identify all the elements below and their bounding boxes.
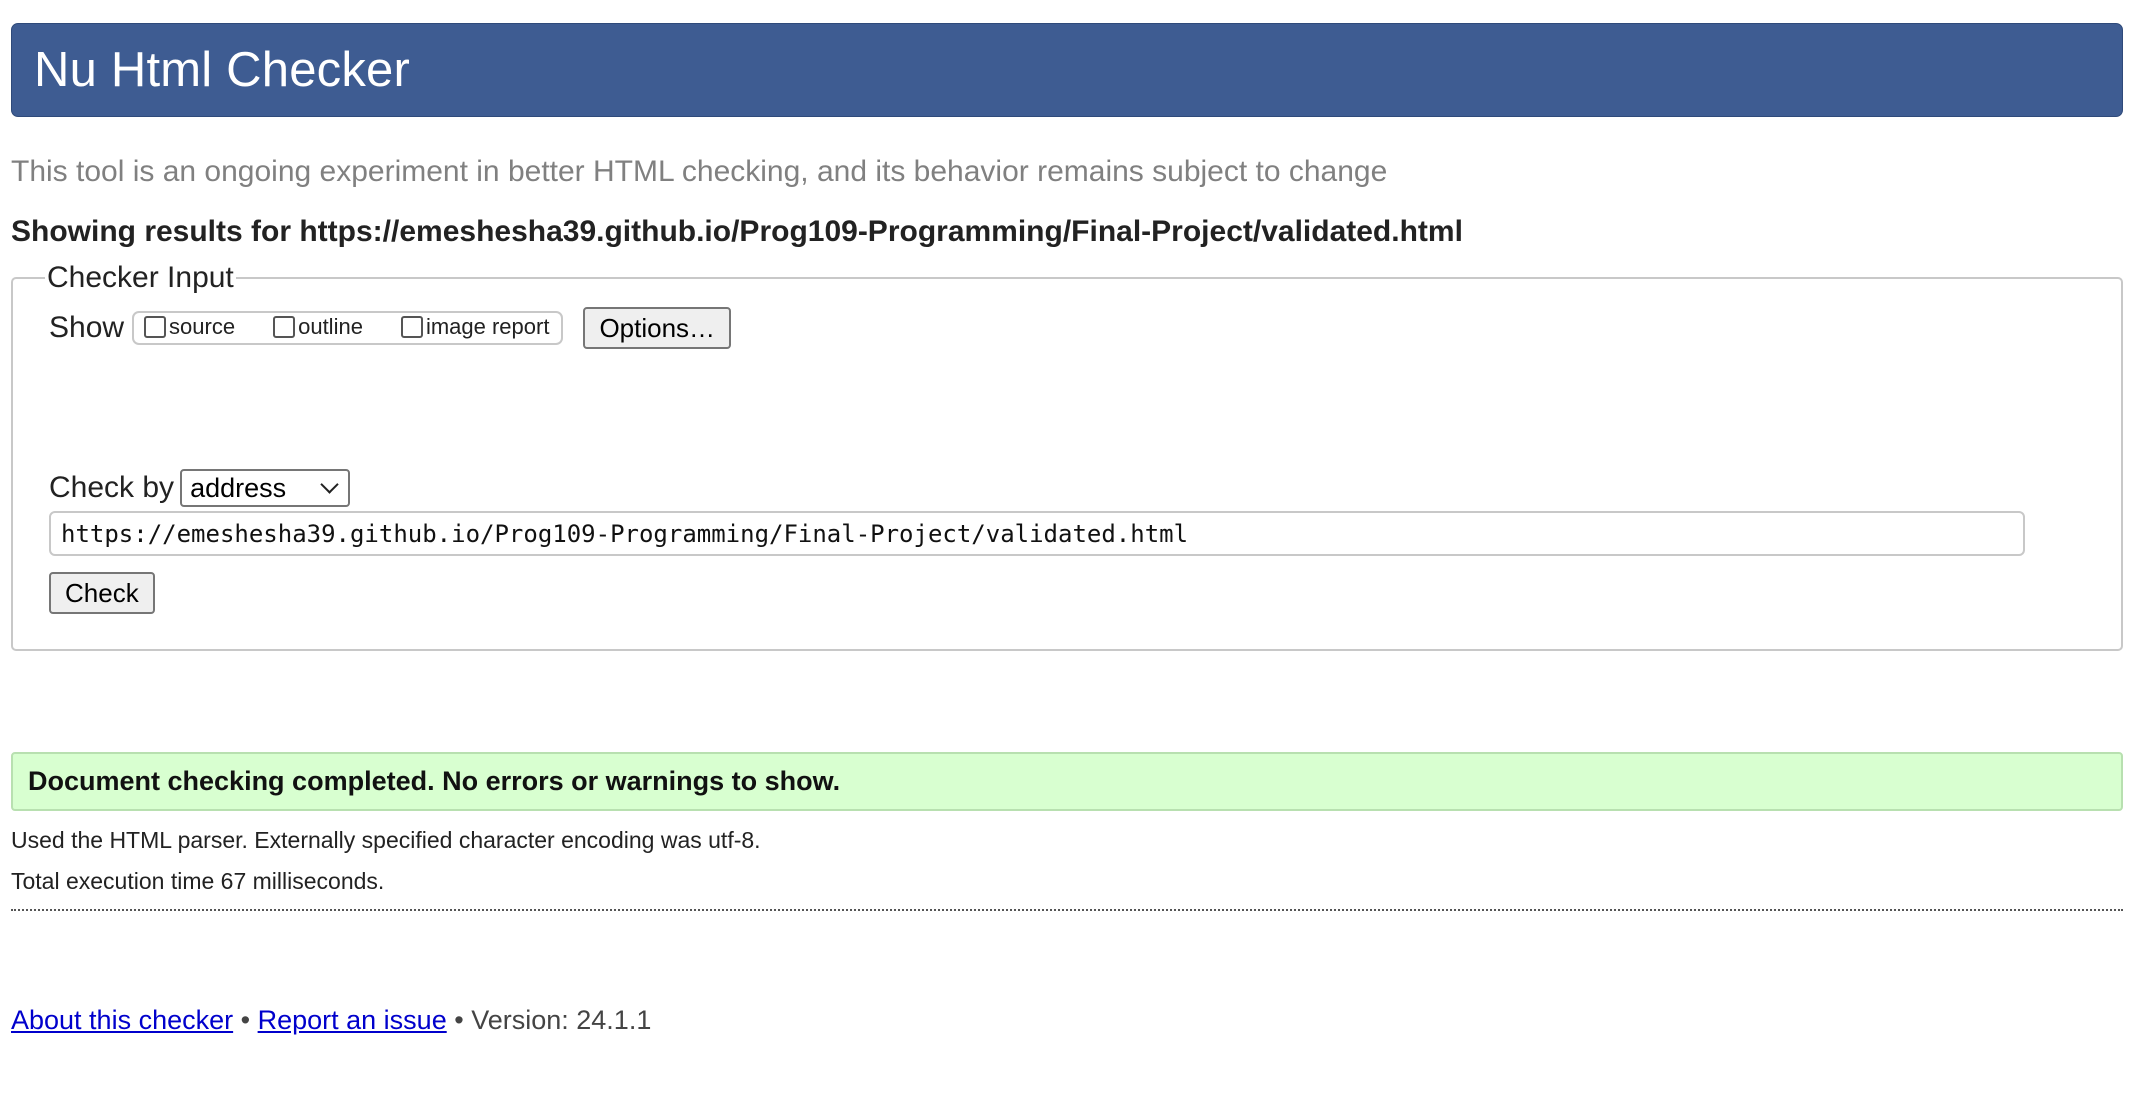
results-heading: Showing results for https://emeshesha39.… <box>11 214 2123 250</box>
show-image-report-option[interactable]: image report <box>400 314 550 340</box>
check-by-selected-value: address <box>190 472 287 503</box>
about-checker-link[interactable]: About this checker <box>11 1005 233 1035</box>
execution-time: Total execution time 67 milliseconds. <box>11 868 385 894</box>
page: Nu Html Checker This tool is an ongoing … <box>11 23 2123 1036</box>
divider <box>11 909 2123 911</box>
check-button[interactable]: Check <box>49 572 155 614</box>
source-checkbox[interactable] <box>144 316 167 338</box>
details: Used the HTML parser. Externally specifi… <box>11 827 2123 895</box>
options-button[interactable]: Options… <box>583 307 732 349</box>
check-by-row: Check by address <box>49 469 2085 507</box>
show-label: Show <box>49 311 125 344</box>
check-by-select[interactable]: address <box>180 469 351 507</box>
version-text: Version: 24.1.1 <box>471 1005 652 1035</box>
checker-input-legend: Checker Input <box>47 261 234 294</box>
image-report-checkbox[interactable] <box>400 316 423 338</box>
parser-info: Used the HTML parser. Externally specifi… <box>11 827 761 853</box>
results-url: https://emeshesha39.github.io/Prog109-Pr… <box>299 215 1463 248</box>
show-outline-option[interactable]: outline <box>273 314 363 340</box>
footer: About this checker • Report an issue • V… <box>11 1005 2123 1036</box>
app-header: Nu Html Checker <box>11 23 2123 117</box>
status-message: Document checking completed. No errors o… <box>11 752 2123 811</box>
check-by-label: Check by <box>49 471 175 504</box>
checker-input-fieldset: Checker Input Show source outline image … <box>11 261 2123 651</box>
report-issue-link[interactable]: Report an issue <box>258 1005 447 1035</box>
address-input[interactable]: https://emeshesha39.github.io/Prog109-Pr… <box>49 511 2025 556</box>
results-prefix: Showing results for <box>11 215 300 248</box>
outline-checkbox[interactable] <box>273 316 296 338</box>
footer-separator-1: • <box>240 1005 251 1035</box>
show-row: Show source outline image report Options… <box>49 307 2085 349</box>
footer-separator-2: • <box>454 1005 464 1035</box>
show-source-option[interactable]: source <box>144 314 235 340</box>
chevron-down-icon <box>320 475 339 494</box>
outline-label: outline <box>298 314 363 339</box>
show-options-group: source outline image report <box>132 311 564 345</box>
app-title: Nu Html Checker <box>34 43 411 97</box>
source-label: source <box>169 314 236 339</box>
image-report-label: image report <box>425 314 550 339</box>
tool-subtitle: This tool is an ongoing experiment in be… <box>11 155 1388 188</box>
